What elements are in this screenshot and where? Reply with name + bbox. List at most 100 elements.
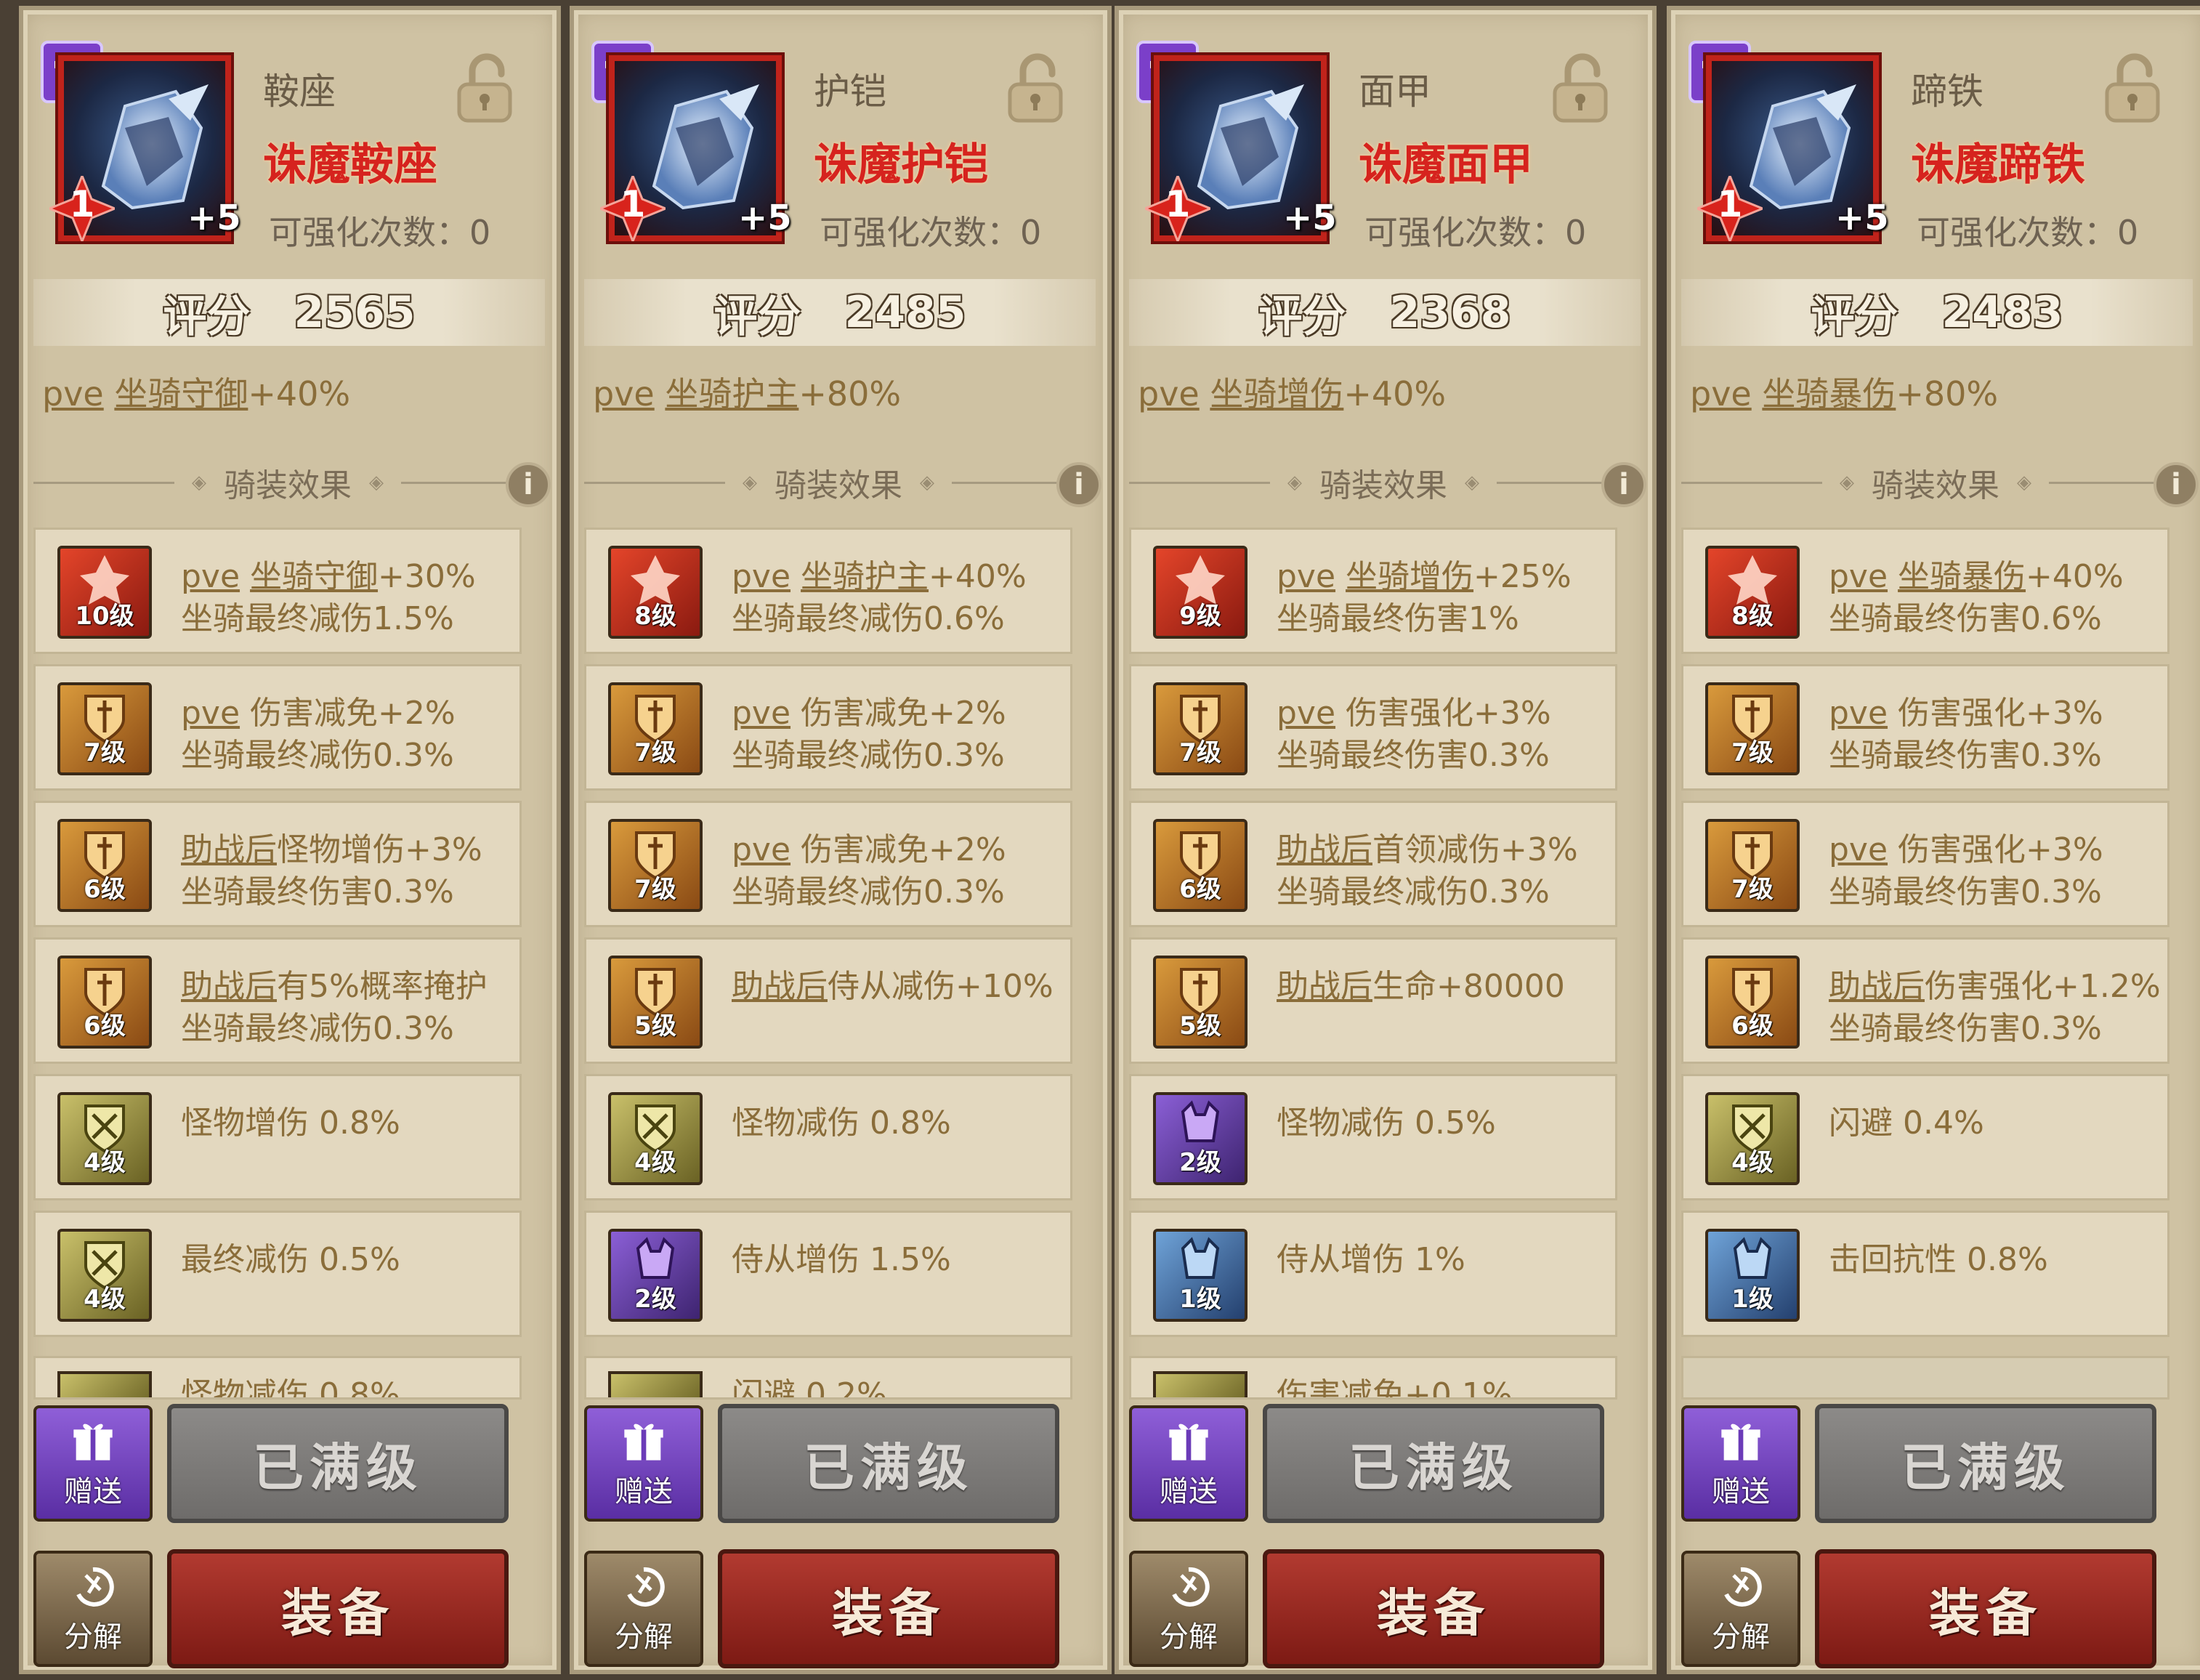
info-icon[interactable]: i	[2154, 462, 2199, 507]
effect-row[interactable]: 2级 怪物减伤 0.5%	[1129, 1074, 1617, 1200]
effect-row[interactable]: 7级 pve 伤害减免+2% 坐骑最终减伤0.3%	[33, 664, 522, 791]
max-level-button[interactable]: 已满级	[1815, 1404, 2156, 1523]
effect-link-2[interactable]: 坐骑增伤	[1346, 558, 1473, 595]
max-level-button[interactable]: 已满级	[1263, 1404, 1604, 1523]
equip-button[interactable]: 装备	[718, 1549, 1059, 1668]
effect-link[interactable]: pve	[1829, 695, 1888, 732]
effect-link-2[interactable]: 坐骑护主	[801, 558, 929, 595]
info-icon[interactable]: i	[1056, 462, 1101, 507]
decompose-button[interactable]: 分解	[33, 1551, 153, 1667]
gift-button[interactable]: 赠送	[1681, 1405, 1800, 1522]
effect-row[interactable]: 6级 助战后首领减伤+3% 坐骑最终减伤0.3%	[1129, 801, 1617, 927]
effect-link[interactable]: pve	[732, 558, 790, 595]
effect-row[interactable]: 6级 助战后伤害强化+1.2% 坐骑最终伤害0.3%	[1681, 937, 2169, 1064]
effect-link[interactable]: 助战后	[1277, 831, 1372, 868]
effect-row[interactable]: 7级 pve 伤害强化+3% 坐骑最终伤害0.3%	[1681, 664, 2169, 791]
unlock-icon[interactable]	[1003, 52, 1068, 125]
effect-row[interactable]: 7级 pve 伤害减免+2% 坐骑最终减伤0.3%	[584, 801, 1072, 927]
main-effect[interactable]: pve 坐骑护主+80%	[593, 368, 901, 416]
effect-link[interactable]: pve	[181, 558, 240, 595]
effect-text: 助战后侍从减伤+10%	[732, 960, 1054, 1006]
unlock-icon[interactable]	[2100, 52, 2165, 125]
gift-button[interactable]: 赠送	[584, 1405, 703, 1522]
main-effect-link[interactable]: 坐骑守御	[114, 374, 248, 413]
effect-list: 9级 pve 坐骑增伤+25% 坐骑最终伤害1% 7级 pve 伤害强化+3% 坐骑最终伤…	[1129, 528, 1617, 1347]
effect-row[interactable]: 1级 侍从增伤 1%	[1129, 1211, 1617, 1337]
unlock-icon[interactable]	[1548, 52, 1613, 125]
main-effect-prefix[interactable]: pve	[593, 374, 655, 413]
effect-subtext: 坐骑最终减伤0.6%	[732, 600, 1005, 637]
max-level-label: 已满级	[1901, 1437, 2071, 1498]
gift-button[interactable]: 赠送	[33, 1405, 153, 1522]
effect-link[interactable]: pve	[1277, 558, 1335, 595]
main-effect[interactable]: pve 坐骑增伤+40%	[1138, 368, 1446, 416]
effect-link[interactable]: 助战后	[1829, 968, 1925, 1005]
main-effect[interactable]: pve 坐骑守御+40%	[42, 368, 350, 416]
info-icon[interactable]: i	[1601, 462, 1646, 507]
effect-row[interactable]: 4级 最终减伤 0.5%	[33, 1211, 522, 1337]
equip-label: 装备	[281, 1583, 395, 1643]
equip-label: 装备	[1929, 1583, 2042, 1643]
effect-value: 伤害强化+3%	[1888, 831, 2103, 868]
effect-row[interactable]: 8级 pve 坐骑护主+40% 坐骑最终减伤0.6%	[584, 528, 1072, 654]
effect-link[interactable]: pve	[181, 695, 240, 732]
effect-row[interactable]: 4级 闪避 0.4%	[1681, 1074, 2169, 1200]
effect-link[interactable]: pve	[1277, 695, 1335, 732]
effect-row[interactable]: 8级 pve 坐骑暴伤+40% 坐骑最终伤害0.6%	[1681, 528, 2169, 654]
gift-button[interactable]: 赠送	[1129, 1405, 1248, 1522]
effect-link[interactable]: 助战后	[181, 968, 277, 1005]
shield-sword-icon: 7级	[608, 819, 703, 912]
section-title: ◈ 骑装效果 ◈	[1681, 461, 2190, 504]
effect-row[interactable]: 4级 怪物减伤 0.8%	[584, 1074, 1072, 1200]
equip-button[interactable]: 装备	[1815, 1549, 2156, 1668]
effect-link[interactable]: pve	[1829, 558, 1888, 595]
decompose-button[interactable]: 分解	[1129, 1551, 1248, 1667]
unlock-icon[interactable]	[452, 52, 517, 125]
main-effect-link[interactable]: 坐骑增伤	[1210, 374, 1343, 413]
score-label: 评分	[163, 291, 251, 342]
effect-link-2[interactable]: 坐骑守御	[250, 558, 378, 595]
effect-link[interactable]: 助战后	[181, 831, 277, 868]
effect-value: 怪物增伤 0.8%	[181, 1104, 400, 1142]
decompose-button[interactable]: 分解	[1681, 1551, 1800, 1667]
effect-row[interactable]: 5级 助战后生命+80000	[1129, 937, 1617, 1064]
effect-row-partial: 怪物减伤 0.8%	[33, 1356, 522, 1400]
effect-row[interactable]: 1级 击回抗性 0.8%	[1681, 1211, 2169, 1337]
effect-link-2[interactable]: 坐骑暴伤	[1898, 558, 2026, 595]
main-effect-prefix[interactable]: pve	[1138, 374, 1200, 413]
main-effect-link[interactable]: 坐骑暴伤	[1762, 374, 1896, 413]
effect-row[interactable]: 7级 pve 伤害强化+3% 坐骑最终伤害0.3%	[1681, 801, 2169, 927]
score-bar: 评分 2483	[1681, 279, 2193, 346]
effect-subtext: 坐骑最终减伤0.3%	[732, 737, 1005, 774]
heart-icon: 5级	[1153, 956, 1247, 1049]
score-label: 评分	[1258, 291, 1346, 342]
effect-row[interactable]: 4级 怪物增伤 0.8%	[33, 1074, 522, 1200]
effect-link[interactable]: 助战后	[1277, 968, 1372, 1005]
main-effect[interactable]: pve 坐骑暴伤+80%	[1690, 368, 1998, 416]
section-title-text: 骑装效果	[775, 467, 902, 504]
effect-row[interactable]: 7级 pve 伤害强化+3% 坐骑最终伤害0.3%	[1129, 664, 1617, 791]
effect-row[interactable]: 9级 pve 坐骑增伤+25% 坐骑最终伤害1%	[1129, 528, 1617, 654]
effect-value: 伤害强化+3%	[1888, 695, 2103, 732]
decompose-button[interactable]: 分解	[584, 1551, 703, 1667]
main-effect-prefix[interactable]: pve	[42, 374, 104, 413]
effect-value: +40%	[2026, 558, 2124, 595]
info-icon[interactable]: i	[506, 462, 551, 507]
effect-link[interactable]: pve	[1829, 831, 1888, 868]
main-effect-prefix[interactable]: pve	[1690, 374, 1752, 413]
effect-row[interactable]: 7级 pve 伤害减免+2% 坐骑最终减伤0.3%	[584, 664, 1072, 791]
effect-link[interactable]: pve	[732, 695, 790, 732]
effect-row[interactable]: 6级 助战后怪物增伤+3% 坐骑最终伤害0.3%	[33, 801, 522, 927]
equipment-card: 1 +5 蹄铁 诛魔蹄铁 可强化次数：0 评分 2483 pve 坐骑暴伤+80…	[1667, 6, 2200, 1674]
effect-row[interactable]: 10级 pve 坐骑守御+30% 坐骑最终减伤1.5%	[33, 528, 522, 654]
effect-row[interactable]: 6级 助战后有5%概率掩护 坐骑最终减伤0.3%	[33, 937, 522, 1064]
max-level-button[interactable]: 已满级	[718, 1404, 1059, 1523]
equip-button[interactable]: 装备	[1263, 1549, 1604, 1668]
equip-button[interactable]: 装备	[167, 1549, 509, 1668]
effect-link[interactable]: pve	[732, 831, 790, 868]
effect-row[interactable]: 2级 侍从增伤 1.5%	[584, 1211, 1072, 1337]
effect-row[interactable]: 5级 助战后侍从减伤+10%	[584, 937, 1072, 1064]
max-level-button[interactable]: 已满级	[167, 1404, 509, 1523]
effect-link[interactable]: 助战后	[732, 968, 828, 1005]
main-effect-link[interactable]: 坐骑护主	[665, 374, 798, 413]
